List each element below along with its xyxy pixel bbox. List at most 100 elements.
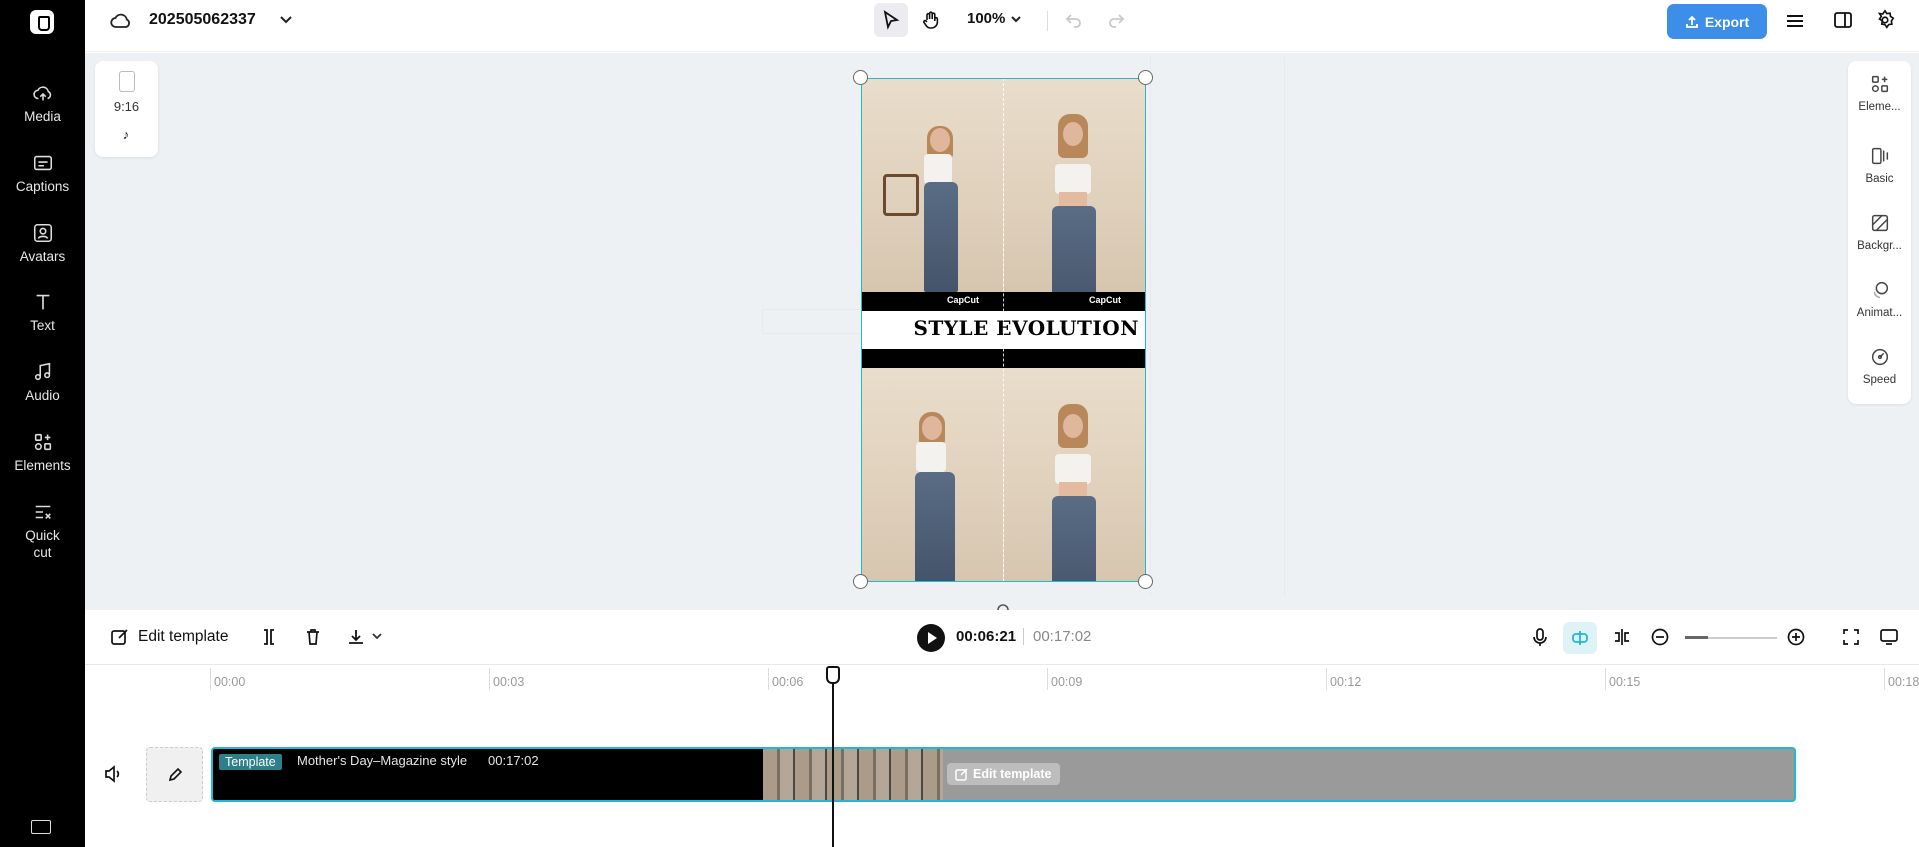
play-button[interactable] (917, 624, 945, 652)
clip-template-badge: Template (219, 754, 282, 770)
ruler-label: 00:18 (1888, 675, 1919, 689)
ruler-tick (489, 668, 490, 690)
trash-icon[interactable] (304, 628, 322, 646)
chevron-down-icon[interactable] (371, 632, 383, 642)
sidebar-item-captions[interactable]: Captions (0, 152, 85, 195)
elements-grid-icon (34, 433, 51, 451)
background-icon (1871, 214, 1888, 232)
quick-cut-icon (35, 505, 51, 519)
panel-item-label: Basic (1865, 173, 1894, 185)
hand-tool-button[interactable] (914, 3, 948, 37)
edit-template-label: Edit template (138, 628, 229, 645)
divider (1047, 11, 1048, 31)
sidebar-item-media[interactable]: Media (0, 82, 85, 125)
redo-icon[interactable] (1106, 10, 1126, 30)
playhead-handle[interactable] (826, 666, 840, 684)
right-properties-panel: Eleme... Basic Backgr... Animat... Speed (1848, 61, 1911, 404)
ruler-tick (768, 668, 769, 690)
export-button[interactable]: Export (1667, 4, 1767, 39)
track-cover-edit-button[interactable] (146, 747, 203, 802)
capcut-logo-icon[interactable] (30, 10, 54, 34)
avatar-icon (33, 223, 52, 243)
panel-item-animation[interactable]: Animat... (1848, 279, 1911, 319)
ruler-label: 00:00 (214, 675, 246, 689)
aspect-ratio-card[interactable]: 9:16 ♪ (95, 61, 158, 157)
clip-name: Mother's Day–Magazine style (297, 753, 468, 768)
text-icon (36, 294, 49, 310)
ghost-guide (762, 309, 872, 334)
clip-duration: 00:17:02 (488, 753, 539, 768)
left-sidebar: Media Captions Avatars Text Audio Elemen… (0, 0, 85, 847)
undo-icon[interactable] (1064, 10, 1084, 30)
export-upload-icon (1685, 15, 1698, 28)
hand-icon (923, 11, 939, 29)
keyboard-shortcuts-icon[interactable] (31, 820, 51, 834)
auto-snap-button[interactable] (1563, 622, 1597, 654)
clip-edit-template-button[interactable]: Edit template (947, 763, 1060, 785)
edit-pencil-icon (168, 767, 182, 781)
aspect-ratio-label: 9:16 (113, 99, 140, 114)
ruler-label: 00:03 (493, 675, 525, 689)
split-icon[interactable] (260, 628, 278, 646)
edit-pencil-icon (111, 629, 128, 645)
panel-item-speed[interactable]: Speed (1848, 346, 1911, 386)
ruler-label: 00:09 (1051, 675, 1083, 689)
sidebar-item-avatars[interactable]: Avatars (0, 222, 85, 265)
panel-item-background[interactable]: Backgr... (1848, 212, 1911, 252)
settings-gear-icon[interactable] (1874, 9, 1896, 31)
magnet-snap-icon (1572, 631, 1588, 645)
project-name[interactable]: 202505062337 (149, 10, 256, 30)
cloud-sync-icon[interactable] (109, 10, 133, 32)
resize-handle-bottom-left[interactable] (853, 574, 868, 589)
template-clip[interactable]: Template Mother's Day–Magazine style 00:… (211, 747, 1796, 802)
chevron-down-icon[interactable] (279, 14, 293, 26)
resize-handle-top-left[interactable] (853, 70, 868, 85)
fullscreen-icon[interactable] (1842, 628, 1860, 646)
clip-thumbnails-faded (943, 749, 1794, 800)
zoom-in-icon[interactable] (1787, 628, 1805, 646)
edit-pencil-icon (955, 768, 968, 781)
resize-handle-top-right[interactable] (1138, 70, 1153, 85)
panel-item-elements[interactable]: Eleme... (1848, 73, 1911, 113)
panel-layout-icon[interactable] (1833, 10, 1853, 30)
resize-handle-bottom-right[interactable] (1138, 574, 1153, 589)
layers-icon[interactable] (1784, 11, 1806, 31)
ruler-tick (1326, 668, 1327, 690)
sidebar-item-elements[interactable]: Elements (0, 431, 85, 474)
microphone-icon[interactable] (1531, 627, 1549, 647)
sidebar-item-text[interactable]: Text (0, 291, 85, 334)
volume-icon[interactable] (103, 765, 123, 783)
sidebar-item-label: Avatars (19, 249, 66, 264)
caption-display-icon[interactable] (1879, 628, 1899, 646)
zoom-out-icon[interactable] (1651, 628, 1669, 646)
sidebar-item-label: Captions (15, 179, 70, 194)
ghost-guide (1150, 57, 1285, 597)
music-note-icon (34, 362, 50, 381)
ruler-label: 00:06 (772, 675, 804, 689)
clip-edit-label: Edit template (973, 767, 1052, 781)
export-label: Export (1704, 13, 1750, 30)
edit-template-button[interactable]: Edit template (110, 627, 228, 647)
speed-icon (1871, 348, 1888, 366)
current-time: 00:06:21 (956, 628, 1017, 645)
selection-box[interactable] (861, 78, 1146, 582)
elements-icon (1871, 75, 1888, 93)
download-icon[interactable] (346, 627, 366, 647)
sidebar-item-quick-cut[interactable]: Quick cut (0, 501, 85, 561)
ruler-tick (1605, 668, 1606, 690)
rotate-handle-icon[interactable] (995, 600, 1011, 610)
split-screen-icon[interactable] (1612, 628, 1632, 646)
panel-item-basic[interactable]: Basic (1848, 145, 1911, 185)
sidebar-item-audio[interactable]: Audio (0, 361, 85, 404)
zoom-level[interactable]: 100% (967, 10, 1005, 27)
select-tool-button[interactable] (874, 3, 908, 37)
sidebar-item-label: Elements (14, 458, 71, 473)
timeline-zoom-fill (1685, 636, 1708, 639)
ruler-tick (1047, 668, 1048, 690)
playhead[interactable] (832, 672, 834, 847)
ruler-tick (1884, 668, 1885, 690)
animation-icon (1873, 281, 1888, 299)
chevron-down-icon[interactable] (1010, 15, 1022, 25)
cursor-icon (883, 10, 900, 30)
captions-icon (33, 155, 52, 171)
